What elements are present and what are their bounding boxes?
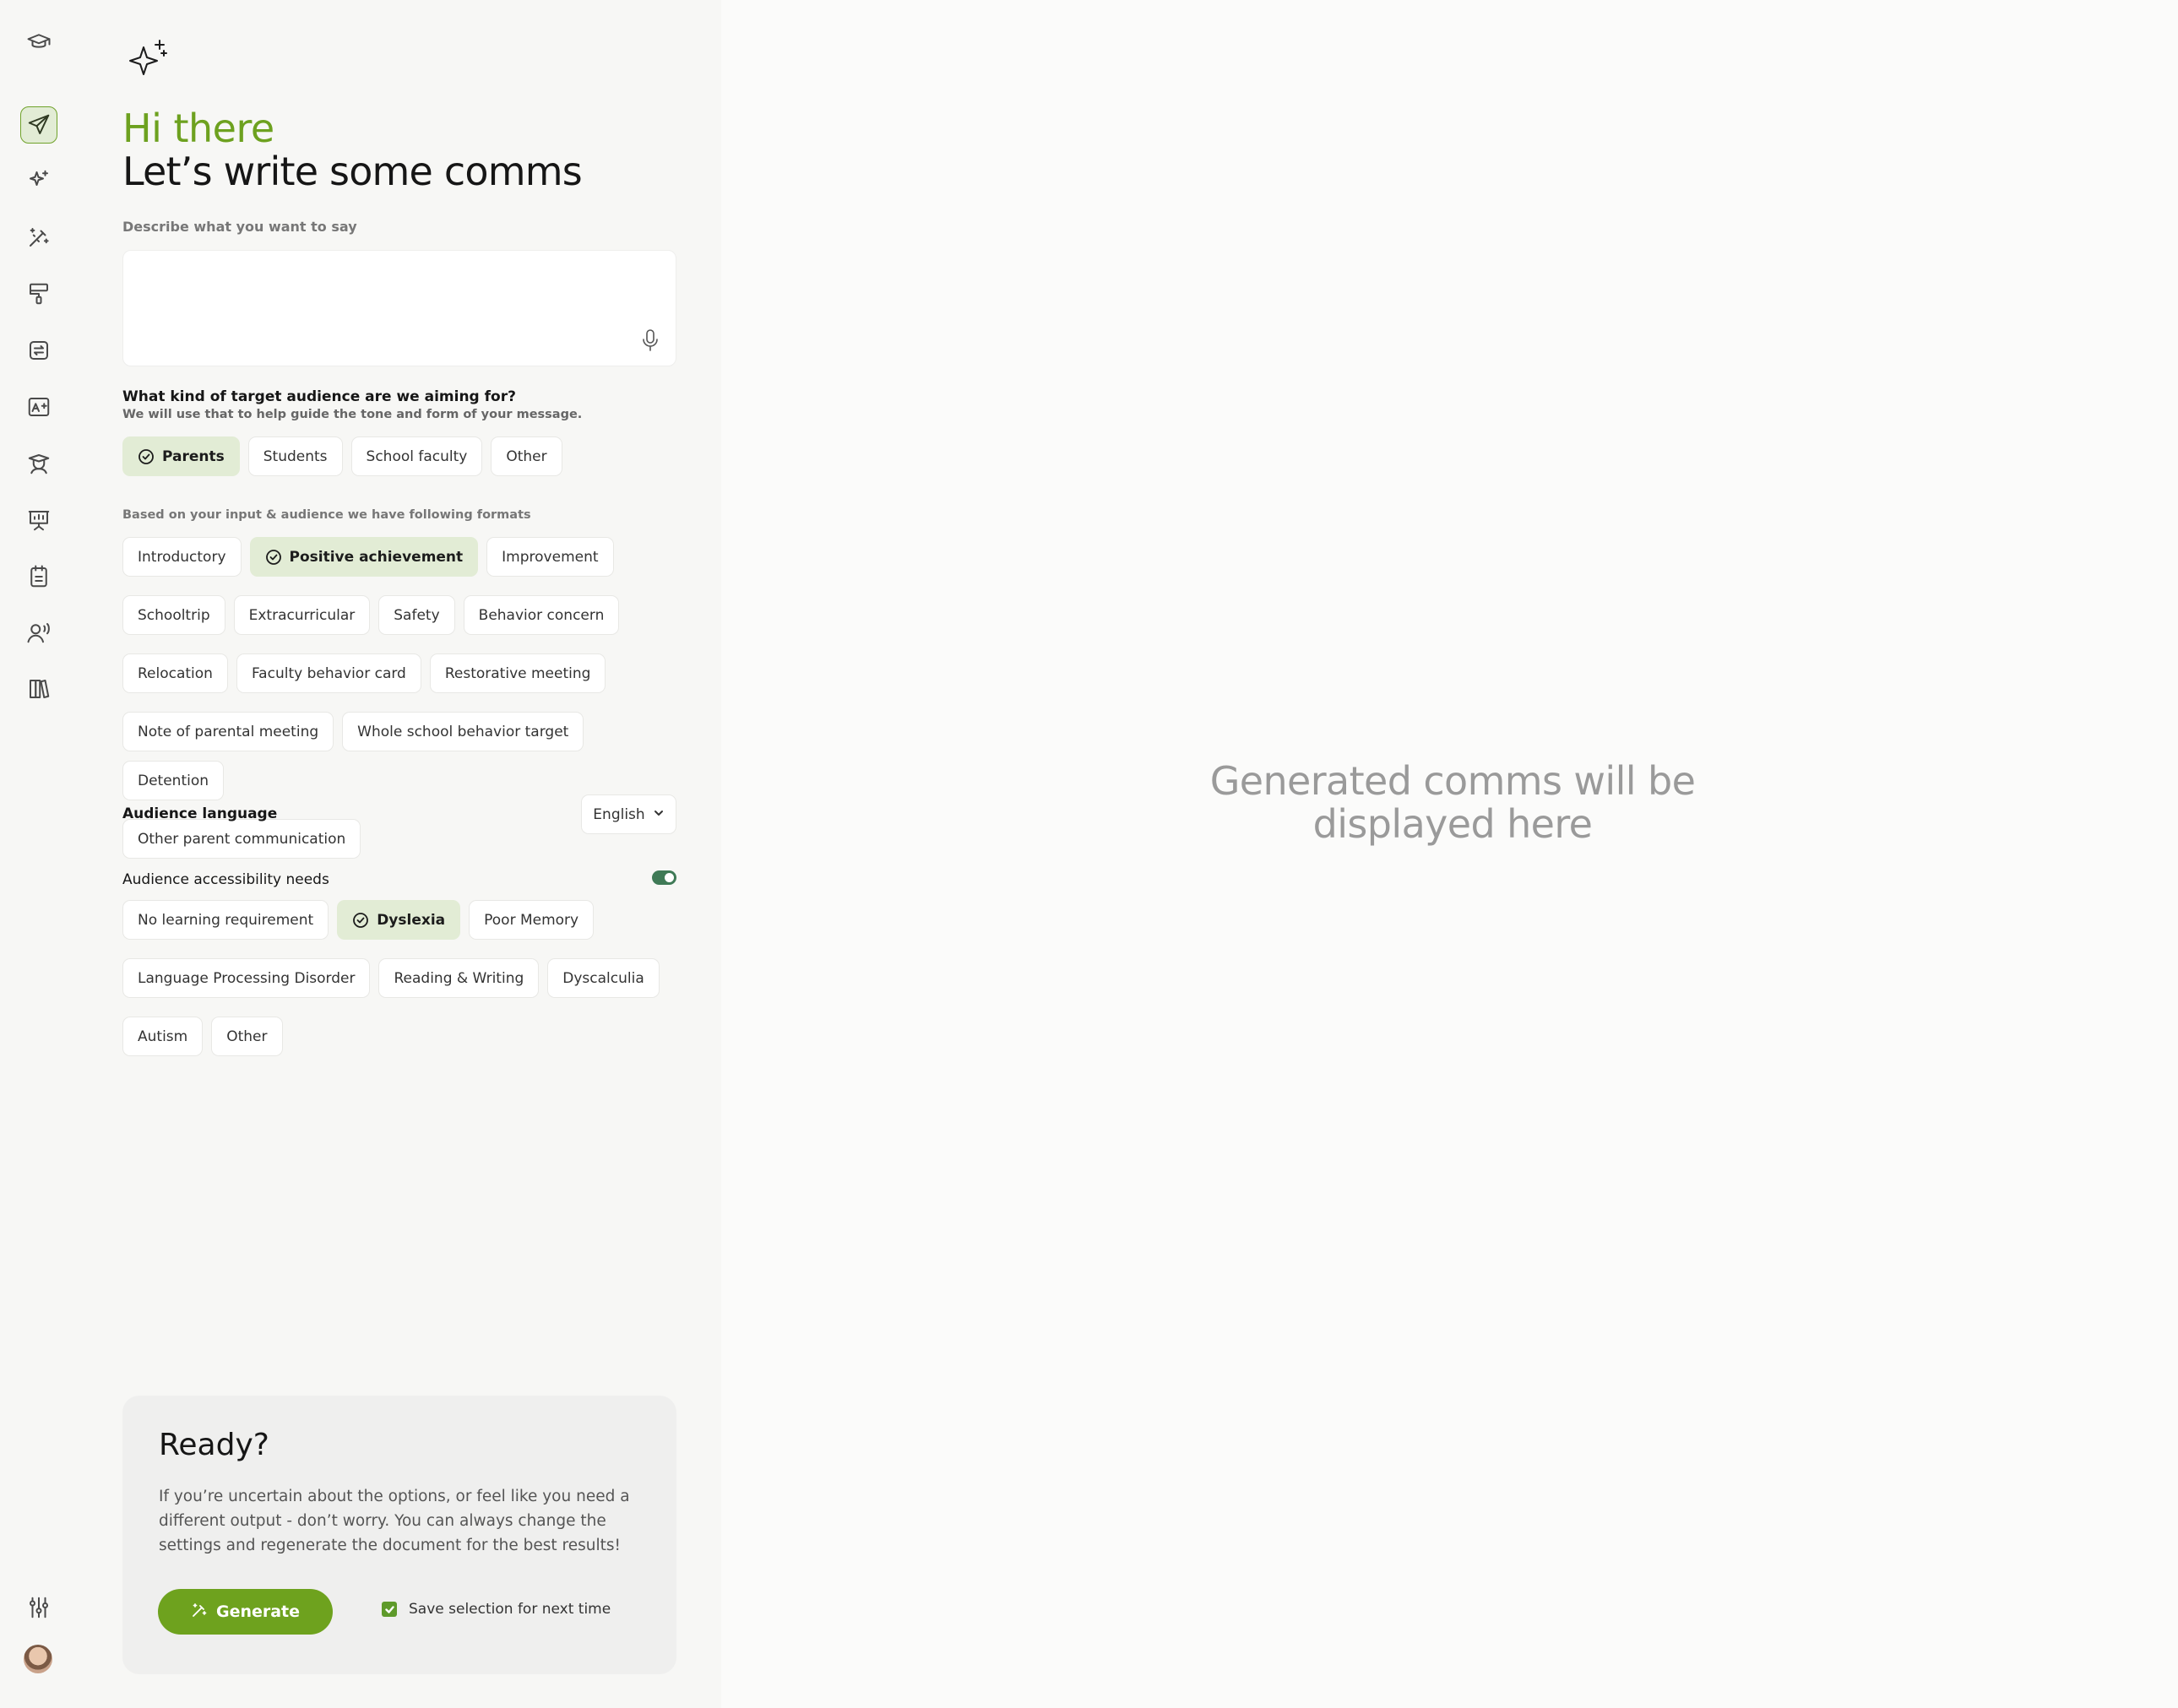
chip-restorative-meeting[interactable]: Restorative meeting	[429, 653, 606, 693]
generate-label: Generate	[215, 1602, 301, 1621]
accessibility-toggle[interactable]	[652, 870, 676, 885]
send-icon[interactable]	[20, 106, 57, 144]
ready-card: Ready? If you’re uncertain about the opt…	[122, 1396, 676, 1674]
chip-dyslexia[interactable]: Dyslexia	[337, 900, 461, 940]
generate-button[interactable]: Generate	[158, 1589, 333, 1635]
magic-wand-icon	[191, 1602, 208, 1623]
save-selection-label: Save selection for next time	[409, 1601, 611, 1618]
chip-dyscalculia[interactable]: Dyscalculia	[547, 958, 660, 998]
chip-schooltrip[interactable]: Schooltrip	[122, 595, 225, 635]
ready-description: If you’re uncertain about the options, o…	[159, 1488, 630, 1554]
chip-safety[interactable]: Safety	[378, 595, 455, 635]
chip-note-of-parental-meeting[interactable]: Note of parental meeting	[122, 712, 334, 751]
sparkle-logo-icon	[123, 35, 172, 84]
audience-subtitle: We will use that to help guide the tone …	[122, 408, 583, 421]
check-circle-icon	[265, 549, 282, 566]
chip-reading-writing[interactable]: Reading & Writing	[378, 958, 540, 998]
chip-poor-memory[interactable]: Poor Memory	[469, 900, 595, 940]
accessibility-label: Audience accessibility needs	[122, 871, 329, 888]
chip-no-learning-requirement[interactable]: No learning requirement	[122, 900, 329, 940]
chip-faculty-behavior-card[interactable]: Faculty behavior card	[236, 653, 421, 693]
chip-autism[interactable]: Autism	[122, 1017, 204, 1056]
presentation-board-icon[interactable]	[20, 502, 57, 539]
chip-relocation[interactable]: Relocation	[122, 653, 228, 693]
chip-detention[interactable]: Detention	[122, 761, 225, 800]
save-selection-option[interactable]: Save selection for next time	[382, 1601, 611, 1618]
chip-whole-school-behavior-target[interactable]: Whole school behavior target	[342, 712, 584, 751]
chip-parents[interactable]: Parents	[122, 436, 240, 476]
chip-improvement[interactable]: Improvement	[486, 537, 614, 577]
chip-accessibility-other[interactable]: Other	[211, 1017, 283, 1056]
chip-positive-achievement[interactable]: Positive achievement	[249, 537, 479, 577]
avatar[interactable]	[24, 1645, 52, 1673]
chip-language-processing-disorder[interactable]: Language Processing Disorder	[122, 958, 371, 998]
speaking-person-icon[interactable]	[20, 614, 57, 651]
greeting: Hi there	[122, 106, 274, 151]
language-label: Audience language	[122, 805, 278, 822]
chip-school-faculty[interactable]: School faculty	[350, 436, 483, 476]
language-value: English	[593, 805, 645, 823]
prompt-label: Describe what you want to say	[122, 219, 357, 235]
chip-behavior-concern[interactable]: Behavior concern	[463, 595, 620, 635]
sparkles-icon[interactable]	[20, 162, 57, 199]
chip-other[interactable]: Other	[491, 436, 562, 476]
chip-students[interactable]: Students	[247, 436, 343, 476]
graduation-cap-icon[interactable]	[20, 24, 57, 61]
books-icon[interactable]	[20, 670, 57, 708]
prompt-textarea[interactable]	[122, 250, 676, 366]
audience-chips: Parents Students School faculty Other	[122, 436, 688, 476]
chip-introductory[interactable]: Introductory	[122, 537, 242, 577]
audience-question: What kind of target audience are we aimi…	[122, 388, 516, 405]
chip-extracurricular[interactable]: Extracurricular	[233, 595, 371, 635]
ready-title: Ready?	[159, 1428, 269, 1462]
formats-label: Based on your input & audience we have f…	[122, 508, 531, 522]
icon-rail	[0, 0, 76, 1708]
output-placeholder: Generated comms will be displayed here	[1209, 758, 1696, 847]
grade-image-icon[interactable]	[20, 388, 57, 426]
magic-wand-icon[interactable]	[20, 219, 57, 256]
clipboard-icon[interactable]	[20, 558, 57, 595]
check-circle-icon	[352, 912, 369, 929]
sliders-icon[interactable]	[20, 1589, 57, 1626]
check-circle-icon	[138, 448, 155, 465]
chip-other-parent-communication[interactable]: Other parent communication	[122, 819, 361, 859]
microphone-icon[interactable]	[640, 328, 660, 352]
save-selection-checkbox[interactable]	[382, 1602, 397, 1617]
language-select[interactable]: English	[581, 794, 676, 834]
switch-icon[interactable]	[20, 332, 57, 369]
paint-roller-icon[interactable]	[20, 275, 57, 312]
accessibility-chips: No learning requirement Dyslexia Poor Me…	[122, 900, 688, 1056]
chevron-down-icon	[653, 806, 665, 823]
teacher-icon[interactable]	[20, 445, 57, 482]
page-title: Let’s write some comms	[122, 149, 583, 194]
